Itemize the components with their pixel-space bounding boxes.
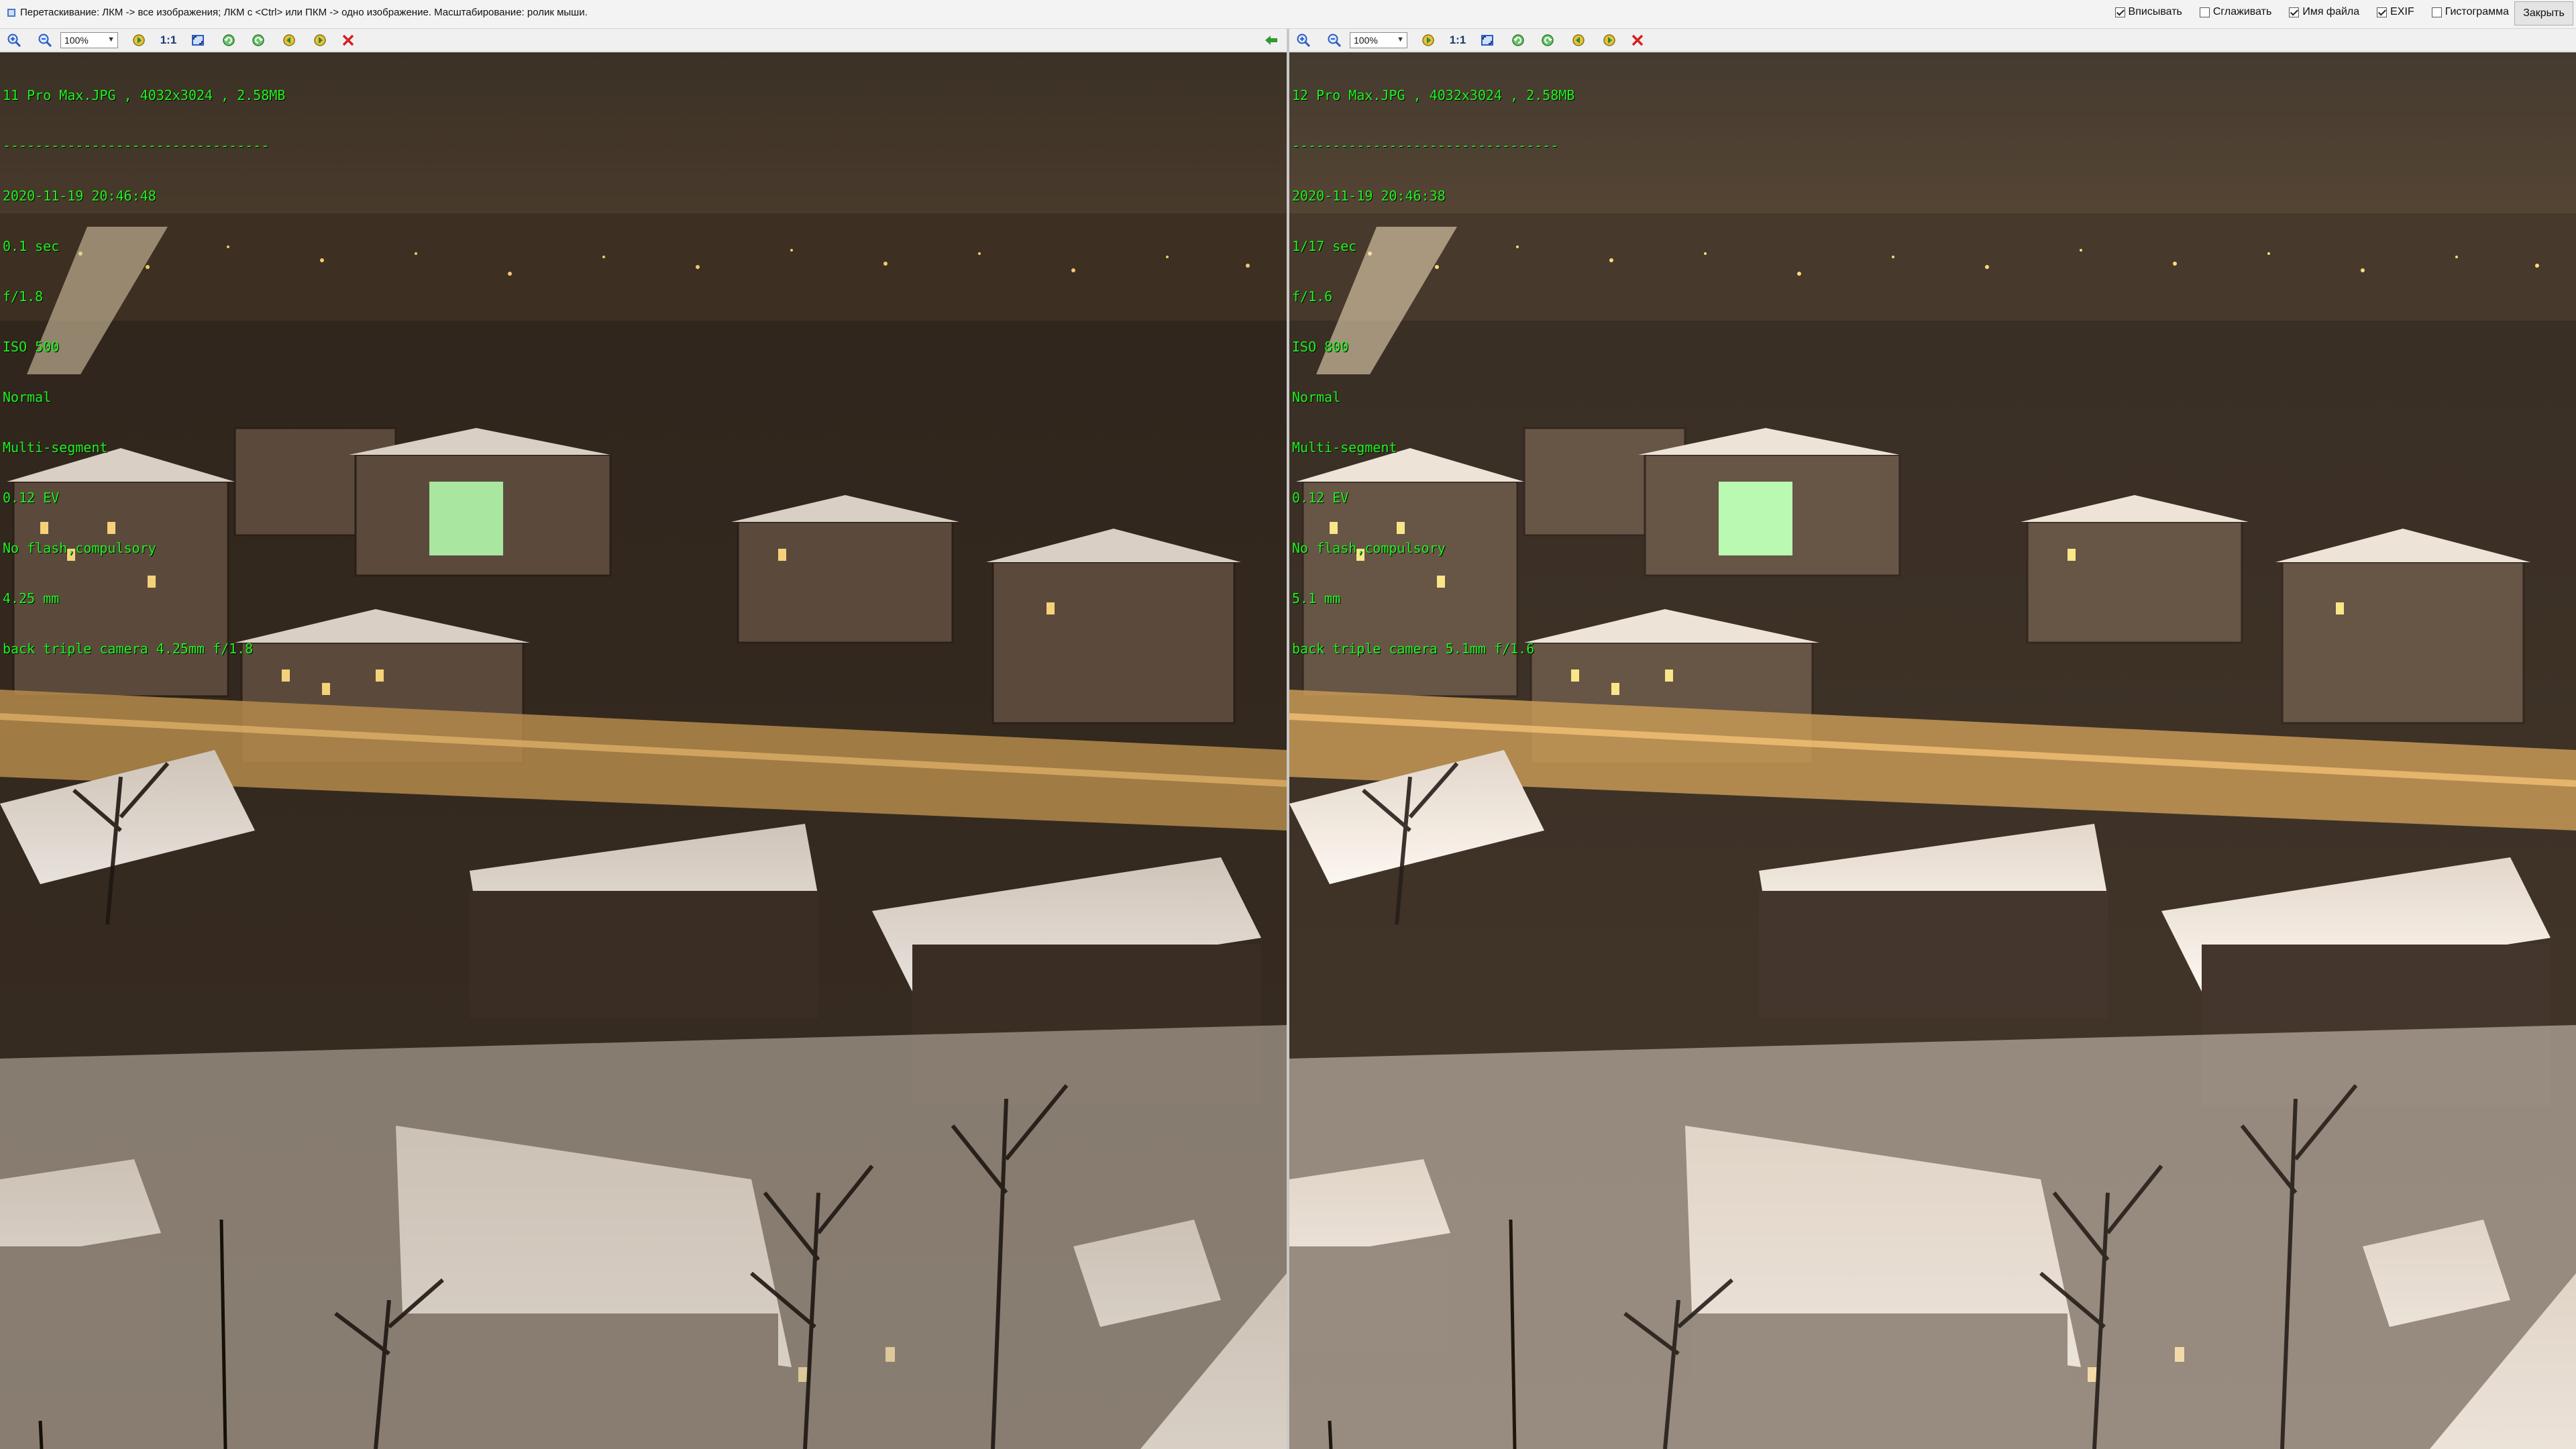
left-exif-metering: Multi-segment xyxy=(3,439,108,455)
left-exif-iso: ISO 500 xyxy=(3,339,60,355)
left-file-info: 11 Pro Max.JPG , 4032x3024 , 2.58MB xyxy=(3,87,286,103)
right-exif-aperture: f/1.6 xyxy=(1292,288,1333,305)
next-icon[interactable] xyxy=(131,33,146,48)
right-exif-ev: 0.12 EV xyxy=(1292,490,1349,506)
zoom-out-icon[interactable] xyxy=(1327,33,1342,48)
left-exif-exposure: 0.1 sec xyxy=(3,238,60,254)
left-exif-flash: No flash,compulsory xyxy=(3,540,156,556)
zoom-out-icon[interactable] xyxy=(38,33,52,48)
option-filename[interactable]: Имя файла xyxy=(2289,6,2359,18)
delete-icon[interactable] xyxy=(341,33,356,48)
right-pane-toolbar: 100% ▼ 1:1 xyxy=(1289,29,2576,52)
fit-icon[interactable] xyxy=(191,33,205,48)
option-exif-label: EXIF xyxy=(2390,6,2414,17)
hint-text: Перетаскивание: ЛКМ -> все изображения; … xyxy=(20,7,588,18)
option-fit[interactable]: Вписывать xyxy=(2114,6,2182,18)
hint-area: Перетаскивание: ЛКМ -> все изображения; … xyxy=(7,7,588,18)
close-button[interactable]: Закрыть xyxy=(2514,1,2573,25)
chevron-down-icon: ▼ xyxy=(107,36,115,44)
option-smooth[interactable]: Сглаживать xyxy=(2199,6,2272,18)
option-smooth-label: Сглаживать xyxy=(2212,6,2272,17)
left-exif-mode: Normal xyxy=(3,389,52,405)
right-exif-mode: Normal xyxy=(1292,389,1341,405)
next-icon[interactable] xyxy=(1602,33,1617,48)
fit-icon[interactable] xyxy=(1480,33,1495,48)
next-icon[interactable] xyxy=(313,33,327,48)
right-zoom-value: 100% xyxy=(1354,35,1378,46)
right-exif-overlay: 12 Pro Max.JPG , 4032x3024 , 2.58MB ----… xyxy=(1292,54,1574,691)
left-exif-ev: 0.12 EV xyxy=(3,490,60,506)
zoom-in-icon[interactable] xyxy=(1296,33,1311,48)
right-zoom-select[interactable]: 100% ▼ xyxy=(1350,32,1407,48)
hint-icon xyxy=(7,8,16,17)
zoom-in-icon[interactable] xyxy=(7,33,21,48)
rotate-left-icon[interactable] xyxy=(1511,33,1525,48)
rotate-right-icon[interactable] xyxy=(251,33,266,48)
left-zoom-select[interactable]: 100% ▼ xyxy=(60,32,118,48)
compare-viewer-window: Перетаскивание: ЛКМ -> все изображения; … xyxy=(0,0,2576,1449)
smooth-checkbox[interactable] xyxy=(2199,7,2210,17)
option-histogram-label: Гистограмма xyxy=(2445,6,2509,17)
top-bar: Перетаскивание: ЛКМ -> все изображения; … xyxy=(0,0,2576,29)
option-histogram[interactable]: Гистограмма xyxy=(2431,6,2509,18)
right-image-pane[interactable]: 12 Pro Max.JPG , 4032x3024 , 2.58MB ----… xyxy=(1289,52,2576,1449)
delete-icon[interactable] xyxy=(1630,33,1645,48)
options-group: Вписывать Сглаживать Имя файла EXIF Гист… xyxy=(2098,6,2509,18)
fit-checkbox[interactable] xyxy=(2114,7,2125,17)
right-exif-focal: 5.1 mm xyxy=(1292,590,1341,606)
option-exif[interactable]: EXIF xyxy=(2377,6,2414,18)
right-exif-flash: No flash,compulsory xyxy=(1292,540,1446,556)
right-exif-separator: --------------------------------- xyxy=(1292,138,1559,154)
left-actual-size-button[interactable]: 1:1 xyxy=(158,34,178,47)
right-file-info: 12 Pro Max.JPG , 4032x3024 , 2.58MB xyxy=(1292,87,1575,103)
rotate-right-icon[interactable] xyxy=(1540,33,1555,48)
rotate-left-icon[interactable] xyxy=(221,33,236,48)
right-exif-lens: back triple camera 5.1mm f/1.6 xyxy=(1292,641,1535,657)
prev-icon[interactable] xyxy=(282,33,297,48)
left-exif-aperture: f/1.8 xyxy=(3,288,44,305)
sync-arrow-icon[interactable] xyxy=(1264,34,1279,47)
left-zoom-value: 100% xyxy=(64,35,89,46)
right-exif-exposure: 1/17 sec xyxy=(1292,238,1357,254)
histogram-checkbox[interactable] xyxy=(2431,7,2442,17)
prev-icon[interactable] xyxy=(1571,33,1586,48)
left-exif-focal: 4.25 mm xyxy=(3,590,60,606)
left-exif-separator: --------------------------------- xyxy=(3,138,270,154)
left-exif-lens: back triple camera 4.25mm f/1.8 xyxy=(3,641,254,657)
left-pane-toolbar: 100% ▼ 1:1 xyxy=(0,29,1287,52)
right-exif-metering: Multi-segment xyxy=(1292,439,1397,455)
filename-checkbox[interactable] xyxy=(2289,7,2300,17)
next-icon[interactable] xyxy=(1421,33,1436,48)
option-fit-label: Вписывать xyxy=(2128,6,2182,17)
right-exif-iso: ISO 800 xyxy=(1292,339,1349,355)
exif-checkbox[interactable] xyxy=(2377,7,2387,17)
left-exif-datetime: 2020-11-19 20:46:48 xyxy=(3,188,156,204)
right-exif-datetime: 2020-11-19 20:46:38 xyxy=(1292,188,1446,204)
option-filename-label: Имя файла xyxy=(2302,6,2360,17)
chevron-down-icon: ▼ xyxy=(1397,36,1404,44)
left-exif-overlay: 11 Pro Max.JPG , 4032x3024 , 2.58MB ----… xyxy=(3,54,285,691)
left-image-pane[interactable]: 11 Pro Max.JPG , 4032x3024 , 2.58MB ----… xyxy=(0,52,1287,1449)
right-actual-size-button[interactable]: 1:1 xyxy=(1448,34,1468,47)
